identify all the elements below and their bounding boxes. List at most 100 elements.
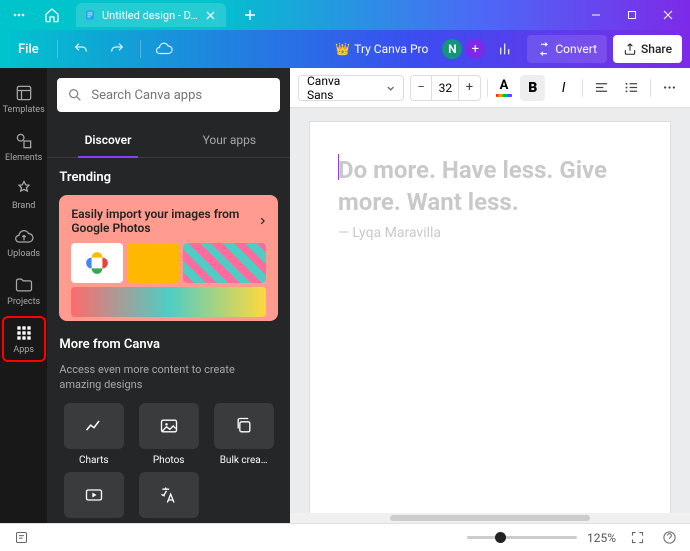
minimize-icon bbox=[591, 10, 601, 20]
help-button[interactable] bbox=[658, 527, 680, 549]
undo-button[interactable] bbox=[66, 35, 96, 63]
text-cursor bbox=[338, 154, 339, 180]
bold-button[interactable]: B bbox=[520, 75, 545, 101]
window-minimize-button[interactable] bbox=[578, 1, 614, 29]
trending-card[interactable]: Easily import your images from Google Ph… bbox=[59, 195, 278, 321]
rail-elements[interactable]: Elements bbox=[2, 124, 46, 170]
window-maximize-button[interactable] bbox=[614, 1, 650, 29]
user-avatar[interactable]: N bbox=[440, 37, 464, 61]
new-tab-button[interactable] bbox=[238, 3, 262, 27]
search-box[interactable] bbox=[57, 78, 280, 112]
templates-icon bbox=[14, 83, 34, 103]
add-collaborator-button[interactable]: + bbox=[465, 39, 485, 59]
document-tab[interactable]: Untitled design - D… bbox=[76, 3, 226, 27]
rail-label: Templates bbox=[3, 105, 45, 115]
thumbnail-image bbox=[71, 287, 266, 317]
editor-toolbar: Canva Sans − + A B I bbox=[290, 68, 690, 108]
left-rail: Templates Elements Brand Uploads Project… bbox=[0, 68, 47, 523]
font-size-input[interactable] bbox=[431, 76, 459, 100]
editor-column: Canva Sans − + A B I Do mo bbox=[290, 68, 690, 523]
main-area: Templates Elements Brand Uploads Project… bbox=[0, 68, 690, 523]
byline-text[interactable]: — Lyqa Maravilla bbox=[338, 225, 642, 241]
app-bulk-create[interactable]: Bulk crea… bbox=[209, 403, 278, 466]
google-photos-icon bbox=[71, 243, 123, 283]
headline-text[interactable]: Do more. Have less. Give more. Want less… bbox=[338, 154, 642, 219]
font-select[interactable]: Canva Sans bbox=[298, 75, 404, 101]
upload-icon bbox=[14, 227, 34, 247]
notes-button[interactable] bbox=[10, 527, 32, 549]
zoom-label: 125% bbox=[587, 531, 616, 545]
canvas-wrap[interactable]: Do more. Have less. Give more. Want less… bbox=[290, 108, 690, 523]
tab-discover[interactable]: Discover bbox=[47, 122, 168, 157]
text-color-button[interactable]: A bbox=[494, 77, 515, 99]
panel-scroll[interactable]: Trending Easily import your images from … bbox=[47, 158, 290, 523]
horizontal-scrollbar[interactable] bbox=[290, 513, 690, 523]
align-button[interactable] bbox=[589, 75, 614, 101]
window-close-button[interactable] bbox=[650, 1, 686, 29]
brand-icon bbox=[14, 179, 34, 199]
shapes-icon bbox=[14, 131, 34, 151]
app-photos[interactable]: Photos bbox=[134, 403, 203, 466]
app-label: Photos bbox=[153, 455, 185, 466]
home-button[interactable] bbox=[38, 3, 66, 27]
translate-icon bbox=[159, 485, 179, 505]
app-translate[interactable]: Translate bbox=[134, 472, 203, 523]
convert-button[interactable]: Convert bbox=[527, 35, 607, 63]
list-button[interactable] bbox=[620, 75, 645, 101]
app-label: Bulk crea… bbox=[220, 455, 268, 466]
rail-label: Apps bbox=[13, 345, 34, 355]
chevron-right-icon bbox=[259, 216, 266, 226]
folder-icon bbox=[14, 275, 34, 295]
app-menu-button[interactable] bbox=[4, 3, 34, 27]
app-videos[interactable]: Videos bbox=[59, 472, 128, 523]
rail-templates[interactable]: Templates bbox=[2, 76, 46, 122]
cloud-icon bbox=[155, 40, 173, 58]
rail-uploads[interactable]: Uploads bbox=[2, 220, 46, 266]
app-charts[interactable]: Charts bbox=[59, 403, 128, 466]
dots-icon bbox=[662, 80, 677, 95]
app-label: Charts bbox=[79, 455, 109, 466]
file-menu-button[interactable]: File bbox=[8, 36, 49, 63]
font-size-increase[interactable]: + bbox=[459, 76, 479, 100]
italic-button[interactable]: I bbox=[551, 75, 576, 101]
thumbnail-image bbox=[127, 243, 179, 283]
tab-your-apps[interactable]: Your apps bbox=[169, 122, 290, 157]
align-left-icon bbox=[594, 80, 609, 95]
cloud-sync-button[interactable] bbox=[149, 35, 179, 63]
convert-icon bbox=[537, 42, 551, 56]
try-pro-label: Try Canva Pro bbox=[354, 42, 428, 56]
rail-brand[interactable]: Brand bbox=[2, 172, 46, 218]
document-page[interactable]: Do more. Have less. Give more. Want less… bbox=[310, 122, 670, 523]
analytics-button[interactable] bbox=[491, 35, 521, 63]
fullscreen-button[interactable] bbox=[626, 527, 648, 549]
try-pro-button[interactable]: 👑 Try Canva Pro bbox=[329, 38, 434, 60]
rail-label: Uploads bbox=[7, 249, 40, 259]
trending-card-text: Easily import your images from Google Ph… bbox=[71, 207, 254, 235]
rail-projects[interactable]: Projects bbox=[2, 268, 46, 314]
search-icon bbox=[67, 87, 83, 103]
search-input[interactable] bbox=[91, 88, 270, 103]
rail-apps[interactable]: Apps bbox=[2, 316, 46, 362]
redo-icon bbox=[109, 41, 125, 57]
panel-collapse-toggle[interactable] bbox=[288, 308, 290, 364]
chart-line-icon bbox=[84, 416, 104, 436]
share-button[interactable]: Share bbox=[613, 35, 682, 63]
copy-icon bbox=[234, 416, 254, 436]
zoom-thumb[interactable] bbox=[495, 532, 506, 543]
tab-close-button[interactable] bbox=[204, 8, 218, 22]
rail-label: Brand bbox=[12, 201, 35, 211]
notes-icon bbox=[14, 530, 29, 545]
more-heading: More from Canva bbox=[59, 337, 278, 352]
top-toolbar: File 👑 Try Canva Pro N + Convert Share bbox=[0, 30, 690, 68]
zoom-slider[interactable] bbox=[467, 536, 577, 539]
more-sub: Access even more content to create amazi… bbox=[59, 362, 278, 393]
color-underline bbox=[496, 94, 512, 97]
help-icon bbox=[662, 530, 677, 545]
redo-button[interactable] bbox=[102, 35, 132, 63]
close-icon bbox=[206, 11, 215, 20]
maximize-icon bbox=[627, 10, 637, 20]
more-options-button[interactable] bbox=[657, 75, 682, 101]
dots-icon bbox=[12, 8, 26, 22]
undo-icon bbox=[73, 41, 89, 57]
font-size-decrease[interactable]: − bbox=[411, 76, 431, 100]
